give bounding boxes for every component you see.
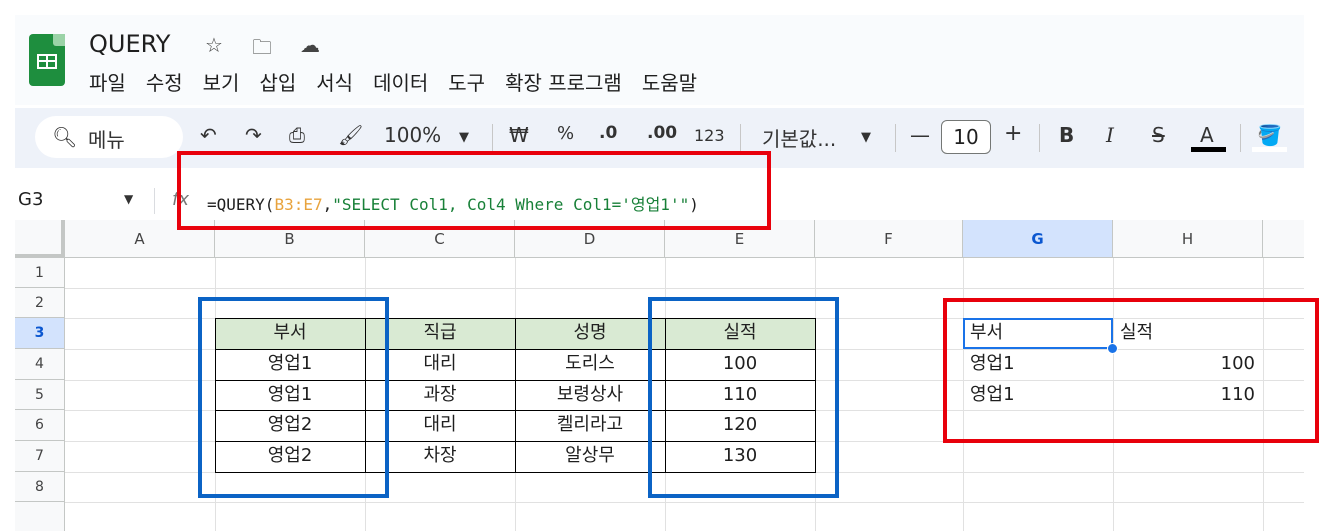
menu-edit[interactable]: 수정 [146,67,183,96]
menu-search-label: 메뉴 [88,128,125,152]
column-header-h[interactable]: H [1113,220,1263,258]
fill-color-swatch [1252,147,1287,152]
menu-tools[interactable]: 도구 [448,67,485,96]
menu-view[interactable]: 보기 [203,67,240,96]
search-icon: 🔍︎ [52,125,78,149]
cell-d7[interactable]: 알상무 [515,441,665,472]
toolbar-divider [1240,124,1241,152]
italic-button[interactable]: I [1106,123,1114,147]
table-border-line [515,318,516,473]
print-icon[interactable]: ⎙ [289,123,305,147]
result-highlight-box [943,298,1319,443]
text-color-swatch [1191,147,1226,152]
paint-format-icon[interactable]: 🖌 [338,123,363,147]
fill-color-icon[interactable]: 🪣 [1257,123,1282,147]
row-header-8[interactable]: 8 [15,472,65,502]
percent-button[interactable]: % [557,123,574,144]
increase-font-size-button[interactable]: + [1004,121,1022,146]
gridline [65,502,1304,503]
formula-highlight-box [177,151,771,230]
row-header-7[interactable]: 7 [15,441,65,472]
currency-button[interactable]: ₩ [509,123,529,147]
toolbar-divider [492,124,493,152]
column-header-i[interactable] [1263,220,1304,258]
sheets-logo-icon[interactable] [29,34,65,86]
row-header-5[interactable]: 5 [15,380,65,410]
font-size-input[interactable]: 10 [941,120,991,154]
number-format-button[interactable]: 123 [694,126,725,145]
zoom-select[interactable]: 100% [384,123,441,147]
increase-decimal-button[interactable]: .00 [647,123,677,143]
menu-search[interactable]: 🔍︎ 메뉴 [35,116,183,158]
dept-column-highlight-box [198,297,389,498]
strikethrough-button[interactable]: S [1152,123,1165,147]
zoom-caret-icon[interactable]: ▼ [459,130,469,145]
toolbar-divider [895,124,896,152]
undo-icon[interactable]: ↶ [200,123,217,147]
performance-column-highlight-box [648,297,839,498]
menu-format[interactable]: 서식 [316,67,353,96]
column-header-g[interactable]: G [963,220,1113,258]
row-header-3[interactable]: 3 [15,318,65,349]
column-header-f[interactable]: F [815,220,963,258]
name-box-caret-icon[interactable]: ▼ [124,192,133,206]
font-select[interactable]: 기본값... [762,123,836,152]
cloud-saved-icon[interactable]: ☁ [298,33,322,57]
cell-d3[interactable]: 성명 [515,318,665,349]
move-to-folder-icon[interactable]: 🗀 [250,33,274,67]
font-caret-icon[interactable]: ▼ [861,130,871,145]
row-header-6[interactable]: 6 [15,410,65,441]
formula-divider [154,188,155,214]
menu-data[interactable]: 데이터 [373,67,428,96]
menu-extensions[interactable]: 확장 프로그램 [505,67,622,96]
row-header-2[interactable]: 2 [15,288,65,318]
row-header-4[interactable]: 4 [15,349,65,380]
name-box[interactable]: G3 [18,189,43,210]
row-header-9[interactable] [15,502,65,531]
toolbar-divider [740,124,741,152]
cell-d6[interactable]: 켈리라고 [515,410,665,441]
decrease-decimal-button[interactable]: .0 [599,123,617,143]
gridline [65,288,1304,289]
cell-d5[interactable]: 보령상사 [515,380,665,411]
menu-file[interactable]: 파일 [89,67,126,96]
cell-d4[interactable]: 도리스 [515,349,665,380]
document-title[interactable]: QUERY [89,30,170,58]
select-all-corner[interactable] [15,220,65,258]
menu-help[interactable]: 도움말 [642,67,697,96]
menu-insert[interactable]: 삽입 [259,67,296,96]
menu-bar: 파일 수정 보기 삽입 서식 데이터 도구 확장 프로그램 도움말 [89,67,717,96]
decrease-font-size-button[interactable]: — [910,123,930,147]
star-icon[interactable]: ☆ [202,33,226,57]
text-color-button[interactable]: A [1200,123,1214,147]
bold-button[interactable]: B [1059,123,1074,147]
redo-icon[interactable]: ↷ [245,123,262,147]
row-header-1[interactable]: 1 [15,258,65,288]
toolbar-divider [1039,124,1040,152]
